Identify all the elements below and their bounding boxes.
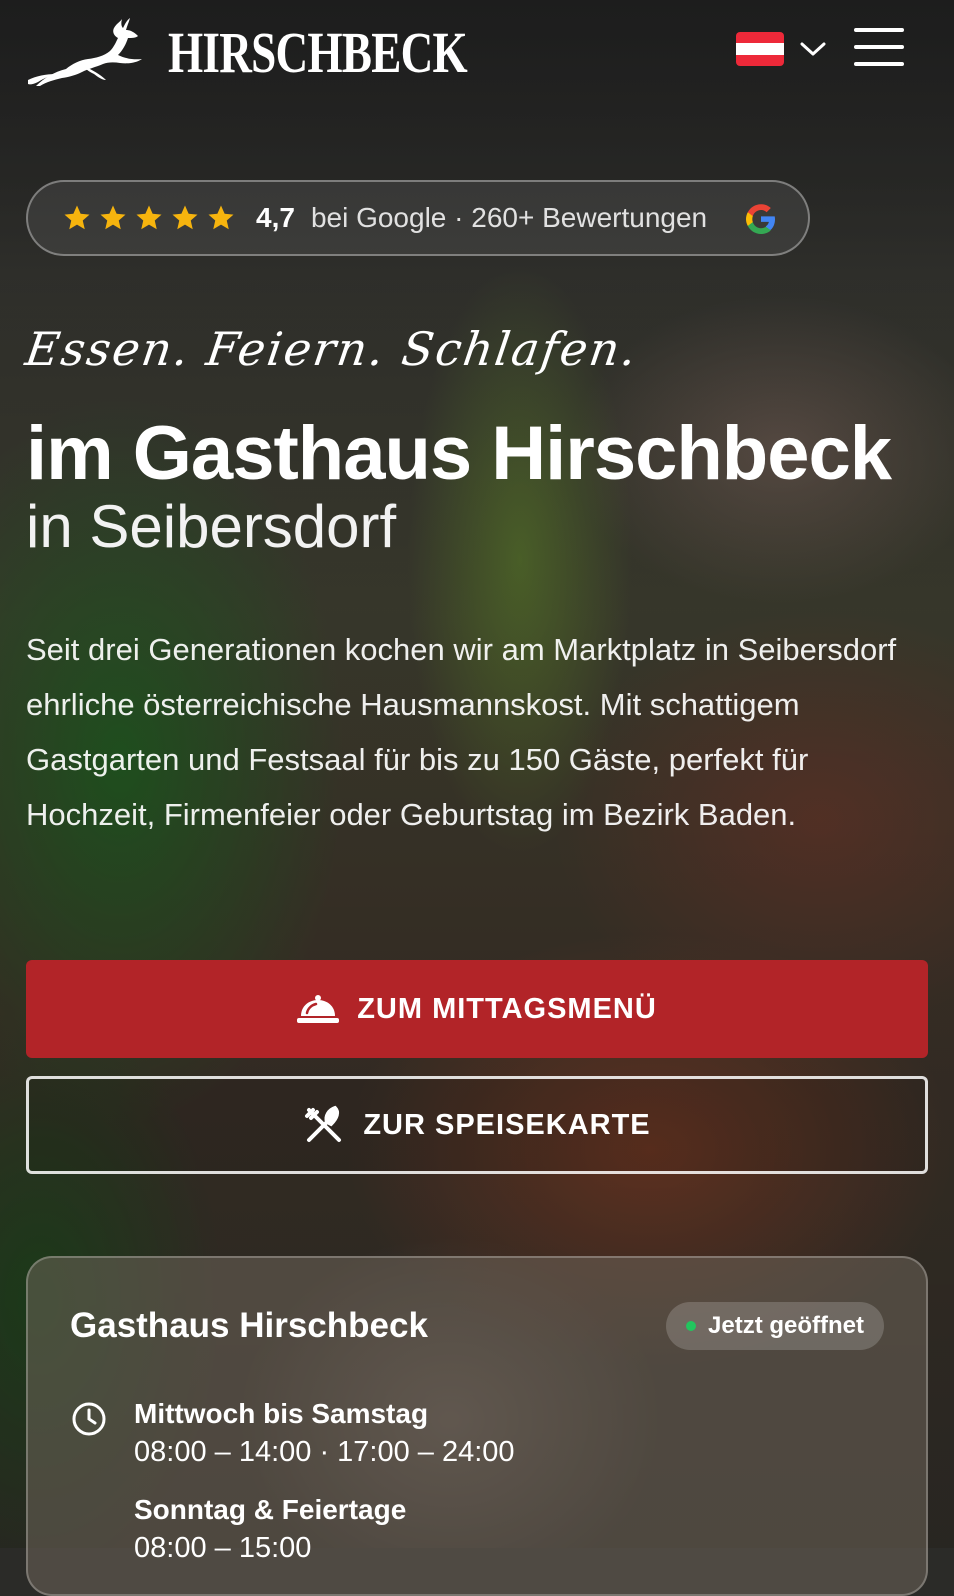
cloche-icon (297, 995, 340, 1023)
brand-name[interactable]: HIRSCHBECK (168, 22, 468, 84)
status-badge: Jetzt geöffnet (666, 1302, 884, 1350)
menu-card-button[interactable]: ZUR SPEISEKARTE (26, 1076, 928, 1174)
hours-days: Mittwoch bis Samstag (134, 1398, 429, 1429)
opening-hours-card: Gasthaus Hirschbeck Jetzt geöffnet Mittw… (26, 1256, 928, 1596)
hero-description: Seit drei Generationen kochen wir am Mar… (26, 632, 897, 832)
star-icon (208, 205, 234, 230)
deer-icon (28, 18, 142, 86)
star-icon (172, 205, 198, 230)
rating-text: bei Google · 260+ Bewertungen (310, 202, 708, 233)
cutlery-icon (305, 1105, 342, 1142)
rating-score: 4,7 (256, 202, 295, 233)
menu-card-label: ZUR SPEISEKARTE (363, 1108, 651, 1141)
chevron-down-icon (800, 42, 826, 56)
lunch-menu-button[interactable]: ZUM MITTAGSMENÜ (26, 960, 928, 1058)
language-selector[interactable] (736, 32, 826, 66)
hero-subtitle: in Seibersdorf (26, 493, 397, 560)
star-rating (62, 203, 236, 233)
hero-tagline: Essen. Feiern. Schlafen. (22, 322, 642, 376)
google-rating-badge[interactable]: 4,7 bei Google · 260+ Bewertungen (26, 180, 810, 256)
hero-title: im Gasthaus Hirschbeck (26, 411, 892, 496)
hours-times: 08:00 – 15:00 (134, 1532, 312, 1564)
star-icon (64, 205, 90, 230)
logo[interactable] (26, 14, 148, 88)
hamburger-icon[interactable] (854, 28, 904, 68)
hours-times: 08:00 – 14:00 · 17:00 – 24:00 (134, 1436, 515, 1468)
hours-days: Sonntag & Feiertage (134, 1494, 407, 1525)
austria-flag-icon (736, 32, 784, 66)
clock-icon (72, 1402, 106, 1436)
star-icon (136, 205, 162, 230)
star-icon (100, 205, 126, 230)
lunch-menu-label: ZUM MITTAGSMENÜ (357, 992, 657, 1025)
google-icon (746, 204, 775, 234)
status-dot (686, 1321, 696, 1331)
status-text: Jetzt geöffnet (708, 1312, 864, 1339)
card-title: Gasthaus Hirschbeck (70, 1306, 428, 1345)
